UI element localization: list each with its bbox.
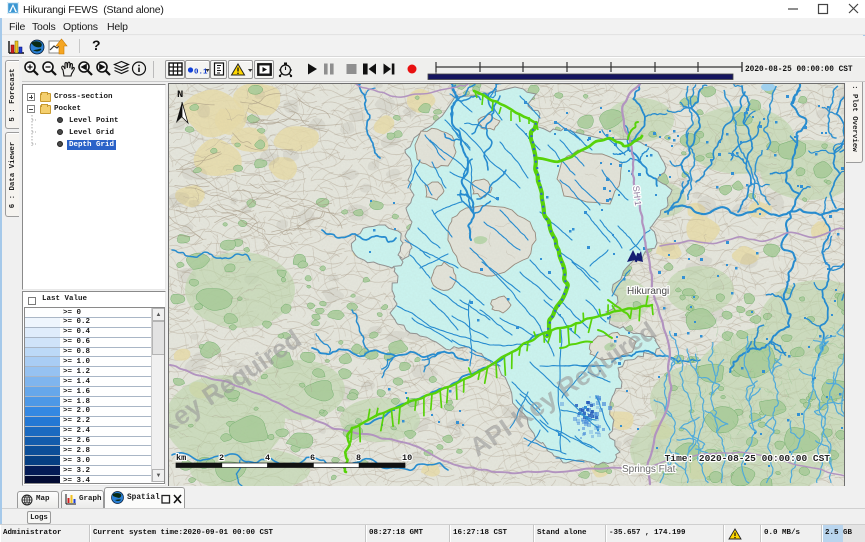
svg-text:0.1: 0.1 [194,68,208,76]
svg-text:N: N [177,89,183,101]
svg-text:10: 10 [402,453,412,463]
svg-text:km: km [176,453,186,463]
svg-text:Springs Flat: Springs Flat [622,464,676,475]
svg-text:8: 8 [356,453,361,463]
svg-text:4: 4 [265,453,270,463]
svg-text:6: 6 [310,453,315,463]
svg-text:Hikurangi: Hikurangi [627,286,669,297]
svg-text:2: 2 [219,453,224,463]
svg-text:Time: 2020-08-25 00:00:00 CST: Time: 2020-08-25 00:00:00 CST [665,453,831,464]
svg-text:SH 1: SH 1 [631,185,643,206]
